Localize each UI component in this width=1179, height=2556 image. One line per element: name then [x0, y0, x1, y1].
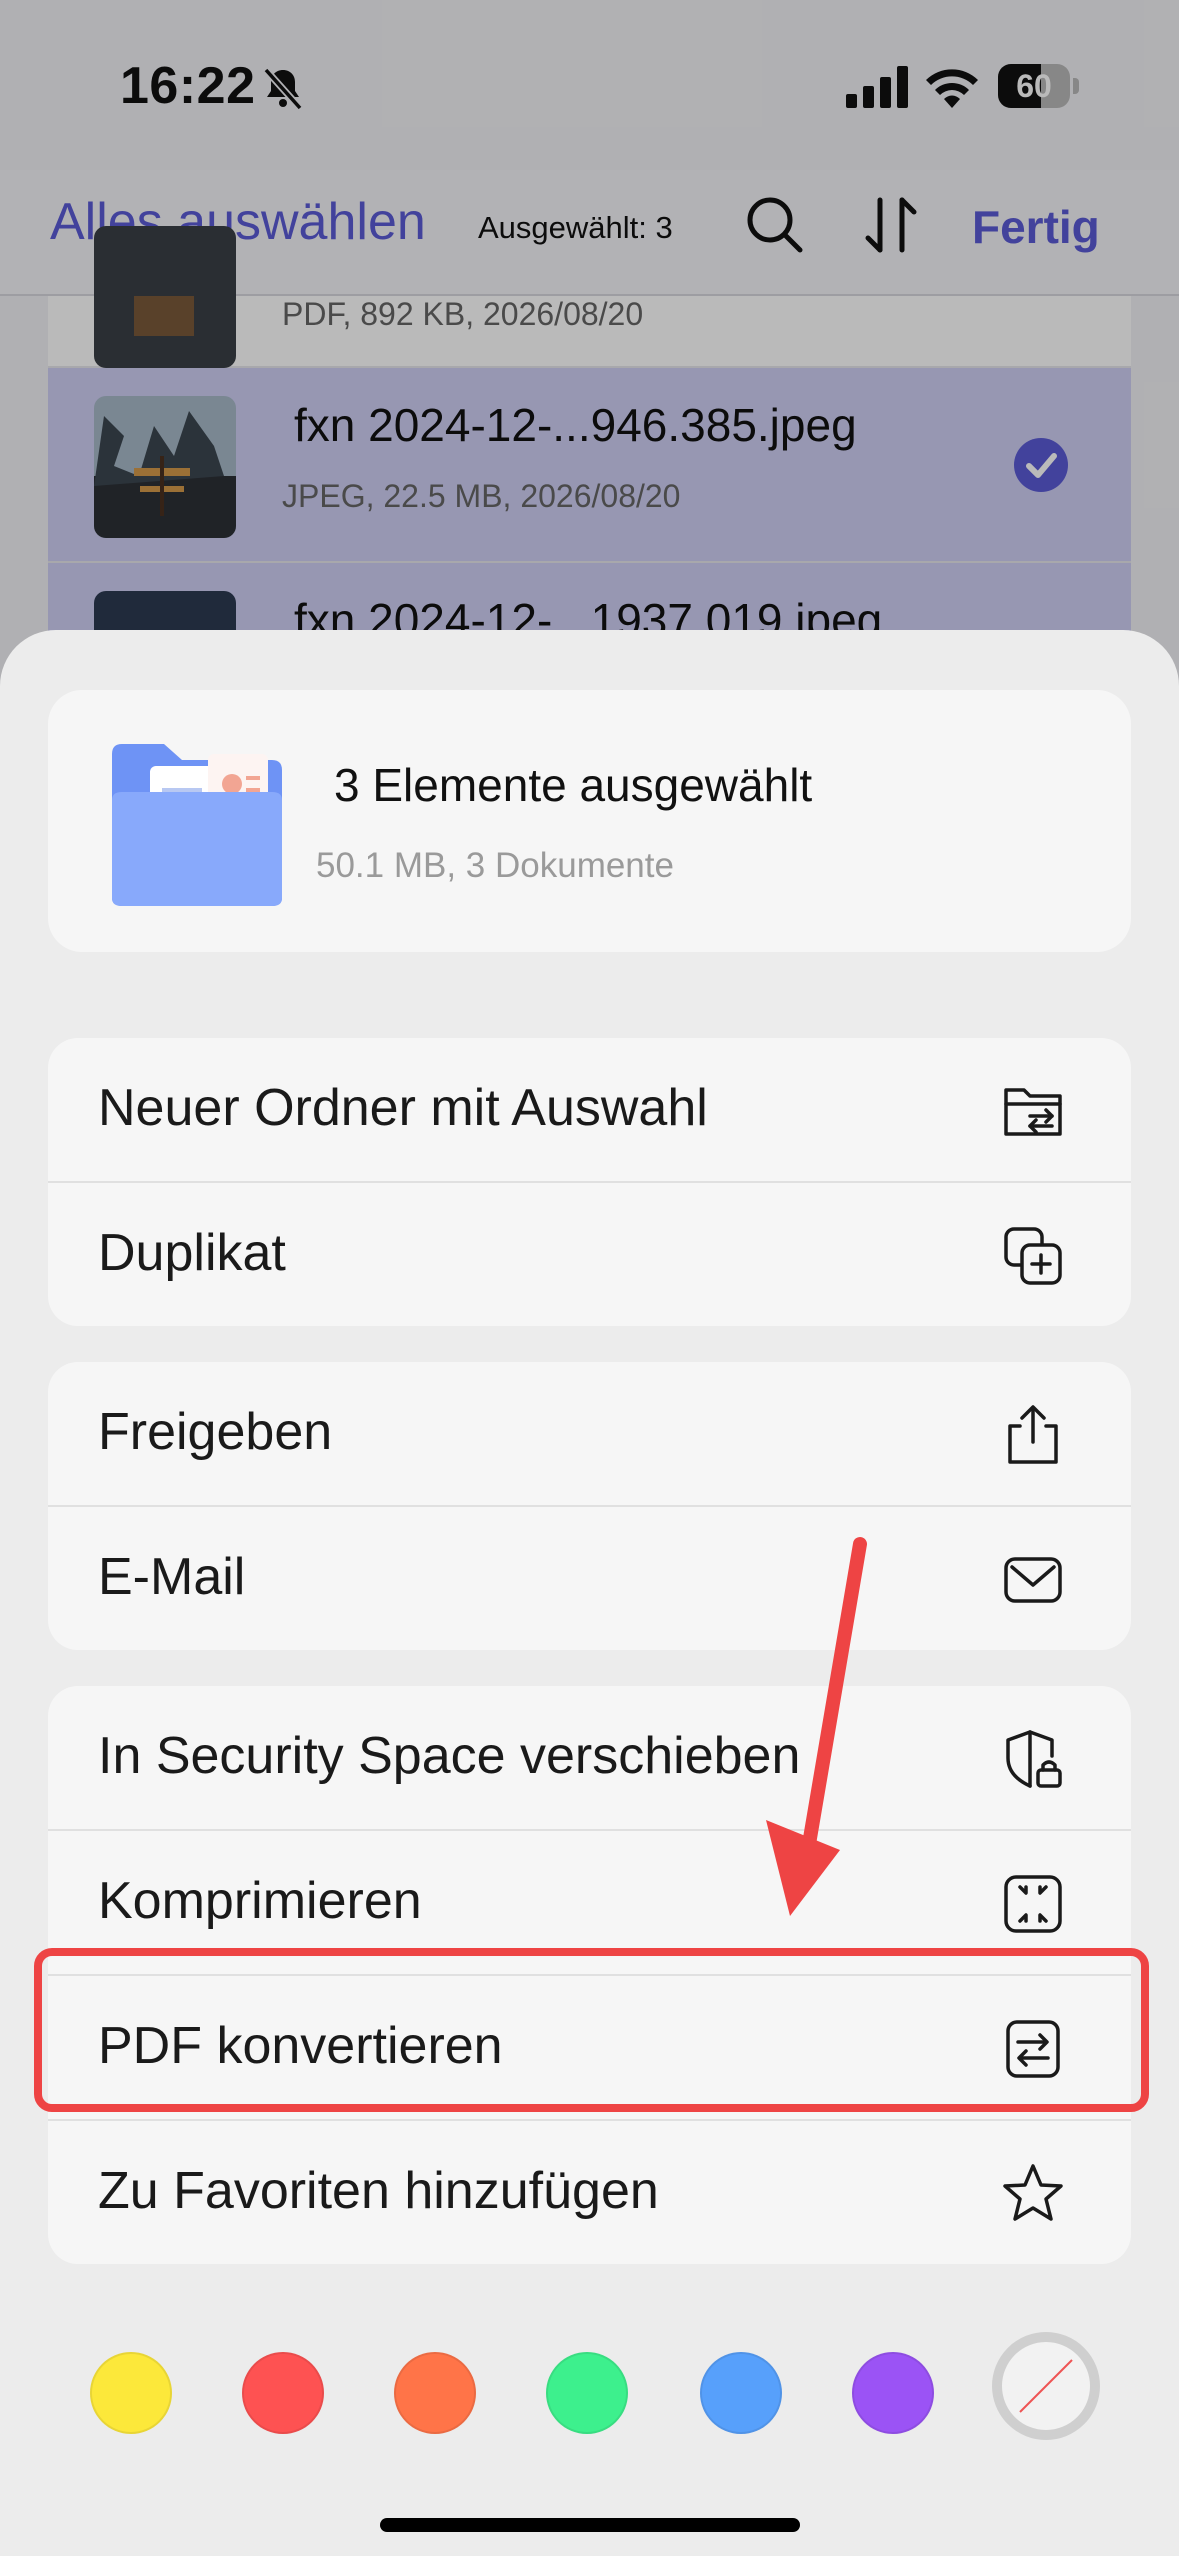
star-icon	[1003, 2164, 1063, 2221]
color-tag-green[interactable]	[546, 2352, 628, 2434]
color-tag-none[interactable]	[992, 2332, 1100, 2440]
action-share[interactable]: Freigeben	[48, 1362, 1131, 1507]
dim-overlay[interactable]	[0, 0, 1179, 700]
action-sheet: 3 Elemente ausgewählt 50.1 MB, 3 Dokumen…	[0, 630, 1179, 2556]
action-label: Zu Favoriten hinzufügen	[98, 2162, 659, 2220]
color-tag-yellow[interactable]	[90, 2352, 172, 2434]
action-email[interactable]: E-Mail	[48, 1507, 1131, 1650]
color-tag-blue[interactable]	[700, 2352, 782, 2434]
action-label: In Security Space verschieben	[98, 1727, 801, 1785]
annotation-highlight-box	[34, 1948, 1149, 2112]
folder-icon	[112, 744, 282, 906]
action-label: Neuer Ordner mit Auswahl	[98, 1079, 708, 1137]
color-tag-red[interactable]	[242, 2352, 324, 2434]
action-group-organize: Neuer Ordner mit Auswahl Duplikat	[48, 1038, 1131, 1326]
color-tag-purple[interactable]	[852, 2352, 934, 2434]
action-new-folder[interactable]: Neuer Ordner mit Auswahl	[48, 1038, 1131, 1183]
selection-summary-subtitle: 50.1 MB, 3 Dokumente	[316, 846, 674, 885]
selection-summary-title: 3 Elemente ausgewählt	[334, 759, 813, 811]
compress-icon	[1004, 1875, 1062, 1933]
action-duplicate[interactable]: Duplikat	[48, 1183, 1131, 1326]
home-indicator	[380, 2518, 800, 2532]
action-label: Duplikat	[98, 1224, 286, 1282]
action-label: E-Mail	[98, 1548, 246, 1606]
duplicate-icon	[1004, 1227, 1062, 1285]
shield-lock-icon	[1006, 1730, 1062, 1788]
folder-transfer-icon	[1004, 1088, 1062, 1136]
action-label: Freigeben	[98, 1403, 333, 1461]
color-tag-orange[interactable]	[394, 2352, 476, 2434]
action-label: Komprimieren	[98, 1872, 422, 1930]
mail-icon	[1004, 1557, 1062, 1603]
action-add-favorite[interactable]: Zu Favoriten hinzufügen	[48, 2121, 1131, 2264]
color-tag-row	[0, 2320, 1179, 2440]
action-group-share: Freigeben E-Mail	[48, 1362, 1131, 1650]
action-security-space[interactable]: In Security Space verschieben	[48, 1686, 1131, 1831]
selection-summary-card: 3 Elemente ausgewählt 50.1 MB, 3 Dokumen…	[48, 690, 1131, 952]
annotation-arrow-icon	[766, 1537, 867, 1916]
share-icon	[1008, 1405, 1058, 1464]
